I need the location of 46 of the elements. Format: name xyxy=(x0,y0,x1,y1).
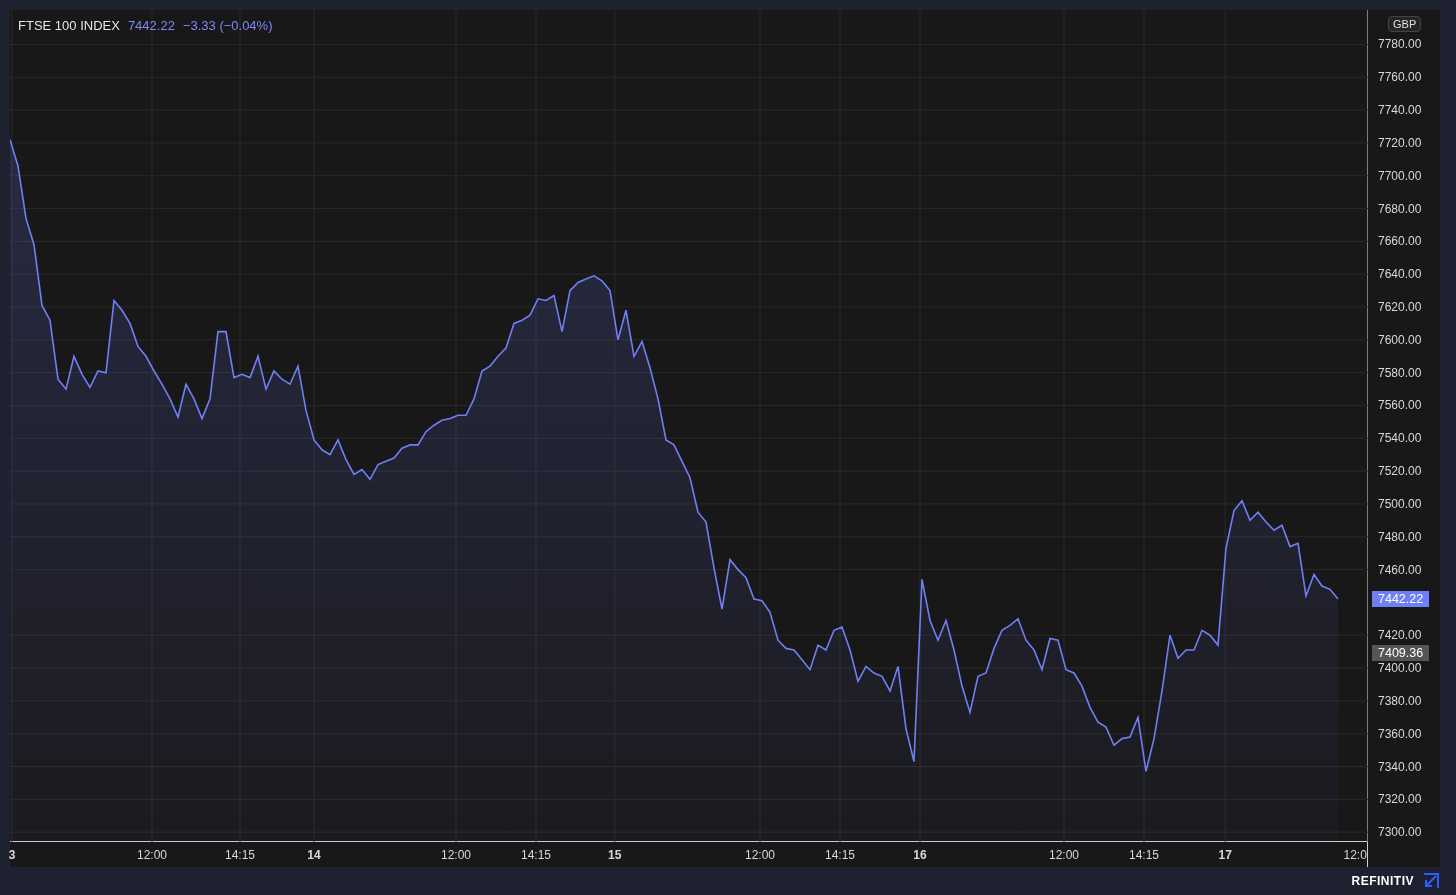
axis-tick-label: 17 xyxy=(1218,848,1232,862)
last-price-tag: 7442.22 xyxy=(1372,590,1430,607)
axis-tick-label: 7360.00 xyxy=(1378,726,1422,741)
axis-tick-label: 3 xyxy=(8,848,16,862)
axis-tick-label: 14:15 xyxy=(825,848,855,862)
logo-icon xyxy=(1422,872,1440,890)
axis-tick-label: 7560.00 xyxy=(1378,398,1422,413)
axis-tick-label: 7380.00 xyxy=(1378,693,1422,708)
brand-name: REFINITIV xyxy=(1351,874,1414,888)
axis-tick-label: 7460.00 xyxy=(1378,562,1422,577)
axis-tick-label: 7420.00 xyxy=(1378,628,1422,643)
axis-tick-label: 7700.00 xyxy=(1378,168,1422,183)
axis-tick-label: 7720.00 xyxy=(1378,135,1422,150)
axis-tick-label: 7540.00 xyxy=(1378,431,1422,446)
axis-tick-label: 12:00 xyxy=(137,848,167,862)
axis-tick-label: 7500.00 xyxy=(1378,496,1422,511)
close-price-tag: 7409.36 xyxy=(1372,644,1430,661)
axis-tick-label: 12:0 xyxy=(1343,848,1367,862)
axis-tick-label: 7520.00 xyxy=(1378,464,1422,479)
symbol-name: FTSE 100 INDEX xyxy=(18,18,120,33)
axis-tick-label: 14 xyxy=(307,848,321,862)
axis-tick-label: 7660.00 xyxy=(1378,234,1422,249)
axis-tick-label: 7320.00 xyxy=(1378,792,1422,807)
axis-tick-label: 7300.00 xyxy=(1378,825,1422,840)
axis-tick-label: 14:15 xyxy=(1129,848,1159,862)
axis-tick-label: 14:15 xyxy=(521,848,551,862)
axis-tick-label: 15 xyxy=(608,848,622,862)
axis-tick-label: 12:00 xyxy=(1049,848,1079,862)
axis-tick-label: 7640.00 xyxy=(1378,267,1422,282)
axis-tick-label: 7780.00 xyxy=(1378,37,1422,52)
axis-tick-label: 7480.00 xyxy=(1378,529,1422,544)
price-change: −3.33 (−0.04%) xyxy=(182,18,273,33)
axis-tick-label: 14:15 xyxy=(225,848,255,862)
last-price: 7442.22 xyxy=(127,18,175,33)
axis-tick-label: 7680.00 xyxy=(1378,201,1422,216)
axis-tick-label: 7740.00 xyxy=(1378,103,1422,118)
axis-tick-label: 7760.00 xyxy=(1378,70,1422,85)
axis-tick-label: 7620.00 xyxy=(1378,300,1422,314)
axis-tick-label: 12:00 xyxy=(441,848,471,862)
axis-tick-label: 7600.00 xyxy=(1378,332,1422,347)
axis-tick-label: 16 xyxy=(913,848,927,862)
currency-label[interactable]: GBP xyxy=(1388,16,1422,32)
axis-tick-label: 7340.00 xyxy=(1378,759,1422,774)
axis-tick-label: 7580.00 xyxy=(1378,365,1422,380)
axis-tick-label: 7400.00 xyxy=(1378,661,1422,676)
axis-tick-label: 12:00 xyxy=(745,848,775,862)
